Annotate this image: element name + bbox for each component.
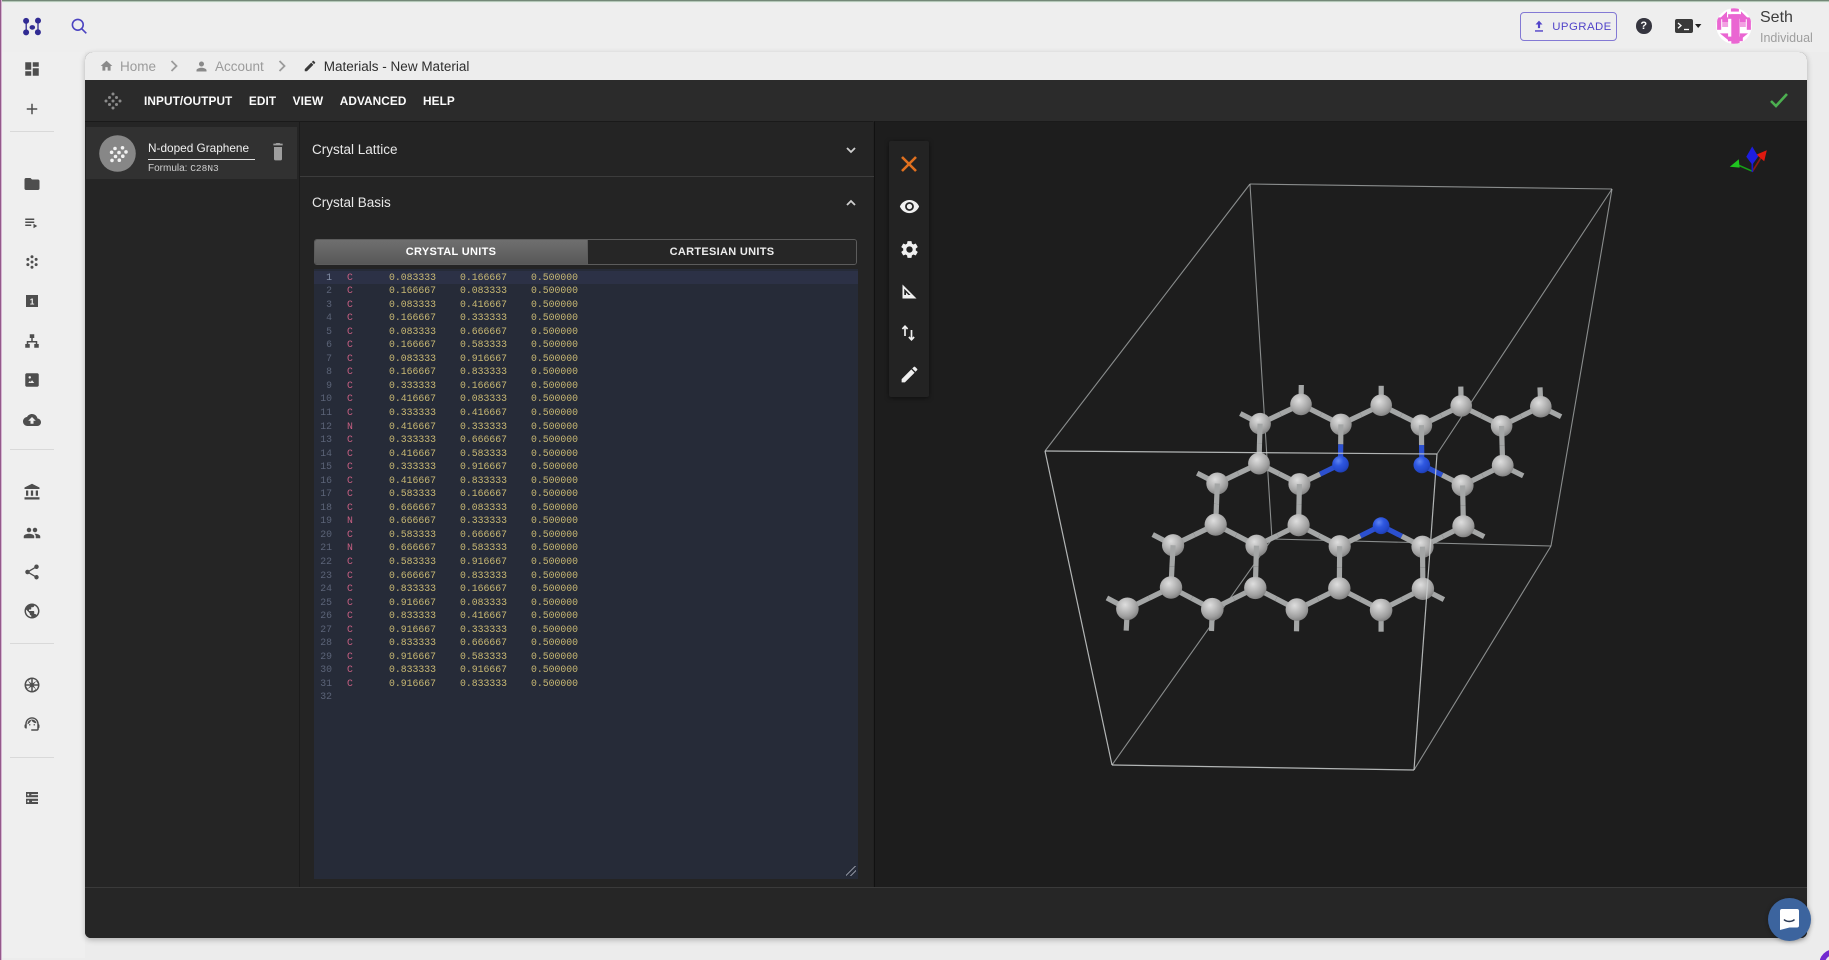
svg-text:1: 1 xyxy=(30,297,35,306)
